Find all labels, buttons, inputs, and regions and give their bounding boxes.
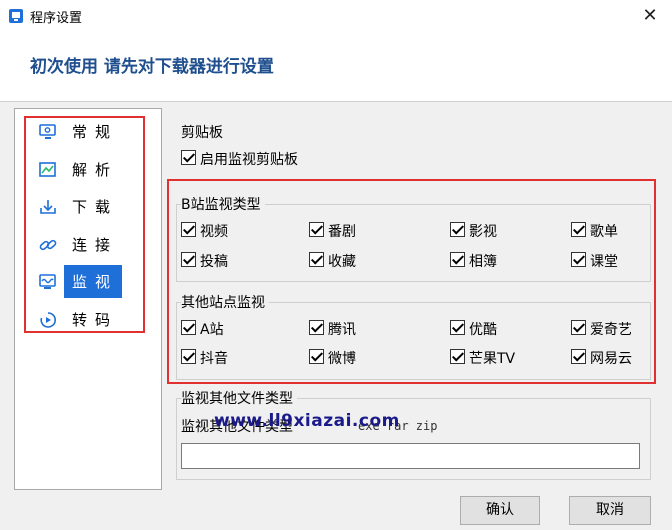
window-title: 程序设置	[30, 11, 83, 26]
convert-icon	[40, 312, 56, 328]
sidebar-item-label: 常规	[72, 123, 119, 141]
sidebar-item-label: 解析	[72, 161, 119, 179]
sidebar-item-label: 转码	[72, 311, 119, 329]
sidebar-item-monitor[interactable]: 监视	[36, 265, 126, 298]
close-icon[interactable]: ✕	[638, 4, 662, 28]
other-sites-group	[176, 302, 651, 380]
sidebar-item-parse[interactable]: 解析	[36, 153, 126, 185]
file-types-input[interactable]	[181, 443, 640, 469]
other-files-group-title: 监视其他文件类型	[181, 388, 297, 408]
other-sites-group-title: 其他站点监视	[181, 292, 269, 312]
sidebar-item-download[interactable]: 下载	[36, 190, 126, 222]
header-banner: 初次使用 请先对下载器进行设置	[0, 32, 672, 102]
sidebar-item-transcode[interactable]: 转码	[36, 303, 126, 335]
app-icon	[9, 9, 23, 23]
chart-icon	[39, 162, 56, 177]
link-icon	[39, 239, 57, 251]
title-bar: 程序设置 ✕	[0, 0, 672, 32]
monitor-wave-icon	[39, 274, 56, 289]
checkbox-checked	[181, 150, 196, 165]
settings-window: 程序设置 ✕ 初次使用 请先对下载器进行设置 常规 解析 下载 连接 监视 转码…	[0, 0, 672, 530]
bilibili-group-title: B站监视类型	[181, 194, 265, 214]
cancel-button[interactable]: 取消	[569, 496, 651, 525]
monitor-gear-icon	[39, 124, 56, 139]
sidebar-item-general[interactable]: 常规	[36, 115, 126, 147]
sidebar-item-label: 下载	[72, 198, 119, 216]
sidebar-item-label: 连接	[72, 236, 119, 254]
bilibili-group	[176, 204, 651, 282]
sidebar-item-connect[interactable]: 连接	[36, 228, 126, 260]
watermark: www.ll9xiazai.com	[214, 411, 400, 431]
banner-text: 初次使用 请先对下载器进行设置	[30, 57, 274, 77]
clipboard-title: 剪贴板	[181, 125, 223, 141]
ok-button[interactable]: 确认	[460, 496, 540, 525]
download-icon	[40, 200, 56, 214]
sidebar-item-label: 监视	[72, 273, 119, 291]
